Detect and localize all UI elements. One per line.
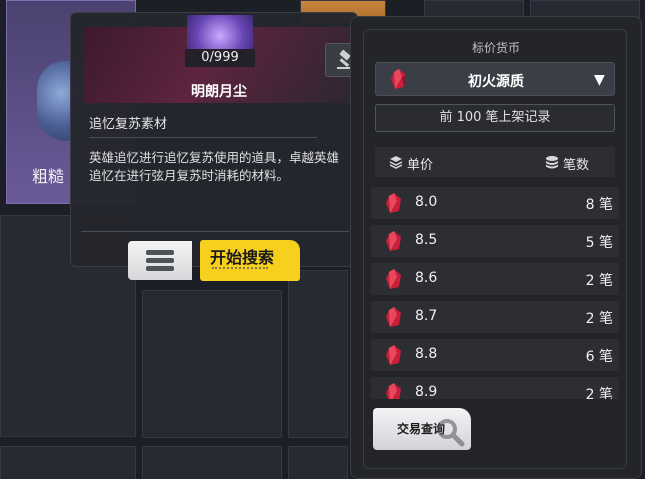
listing-price: 8.7 — [415, 308, 438, 324]
listing-price: 8.6 — [415, 270, 438, 286]
listing-count: 8 笔 — [585, 197, 613, 213]
inventory-slot[interactable] — [288, 270, 348, 438]
listing-count: 6 笔 — [585, 349, 613, 365]
item-category: 追忆复苏素材 — [89, 117, 168, 132]
listing-row[interactable]: 8.8 6 笔 — [371, 339, 619, 371]
currency-selected: 初火源质 — [468, 74, 524, 90]
start-search-button[interactable]: 开始搜索 — [200, 240, 300, 281]
stack-icon — [389, 156, 403, 169]
red-crystal-icon — [386, 345, 401, 365]
listing-list[interactable]: 8.0 8 笔 8.5 5 笔 8.6 2 笔 8.7 2 笔 8.8 6 笔 … — [371, 187, 619, 399]
currency-select[interactable]: 初火源质 ▼ — [375, 62, 615, 96]
inventory-slot[interactable] — [142, 446, 282, 479]
column-price-header: 单价 — [407, 158, 434, 173]
item-header: 0/999 明朗月尘 — [83, 15, 365, 103]
listing-row[interactable]: 8.5 5 笔 — [371, 225, 619, 257]
listing-count: 5 笔 — [585, 235, 613, 251]
menu-button[interactable] — [128, 241, 192, 280]
item-tooltip: 0/999 明朗月尘 追忆复苏素材 英雄追忆进行追忆复苏使用的道具，卓越英雄追忆… — [70, 12, 365, 267]
top-100-records-button[interactable]: 前 100 笔上架记录 — [375, 104, 615, 132]
inventory-item-label: 粗糙 — [32, 167, 65, 186]
currency-label: 标价货币 — [471, 41, 520, 55]
divider — [89, 137, 317, 138]
listing-table-header: 单价 笔数 — [375, 147, 615, 177]
listing-count: 2 笔 — [585, 311, 613, 327]
listing-row[interactable]: 8.6 2 笔 — [371, 263, 619, 295]
auction-panel: 标价货币 初火源质 ▼ 前 100 笔上架记录 单价 笔数 8.0 8 笔 8.… — [350, 16, 642, 479]
red-crystal-icon — [386, 383, 401, 399]
start-search-label: 开始搜索 — [210, 248, 275, 267]
trade-query-button[interactable]: 交易查询 — [373, 408, 471, 450]
listing-price: 8.5 — [415, 232, 438, 248]
column-count-header: 笔数 — [563, 158, 590, 173]
coins-icon — [546, 156, 558, 169]
listing-row[interactable]: 8.9 2 笔 — [371, 377, 619, 399]
inventory-slot[interactable] — [288, 446, 348, 479]
magnifier-icon — [437, 419, 465, 447]
progress-dots — [212, 267, 268, 273]
listing-count: 2 笔 — [585, 273, 613, 289]
listing-count: 2 笔 — [585, 387, 613, 399]
listing-row[interactable]: 8.7 2 笔 — [371, 301, 619, 333]
triangle-down-icon: ▼ — [594, 72, 605, 88]
listing-row[interactable]: 8.0 8 笔 — [371, 187, 619, 219]
item-owned-count: 0/999 — [185, 49, 255, 67]
item-description: 英雄追忆进行追忆复苏使用的道具，卓越英雄追忆在进行弦月复苏时消耗的材料。 — [89, 150, 340, 183]
inventory-slot[interactable] — [142, 290, 282, 438]
item-name: 明朗月尘 — [191, 84, 247, 100]
listing-price: 8.9 — [415, 384, 438, 399]
red-crystal-icon — [386, 193, 401, 213]
red-crystal-icon — [386, 307, 401, 327]
listing-price: 8.8 — [415, 346, 438, 362]
red-crystal-icon — [386, 231, 401, 251]
red-crystal-icon — [386, 269, 401, 289]
divider — [81, 231, 349, 232]
inventory-slot[interactable] — [0, 446, 136, 479]
listing-price: 8.0 — [415, 194, 438, 210]
